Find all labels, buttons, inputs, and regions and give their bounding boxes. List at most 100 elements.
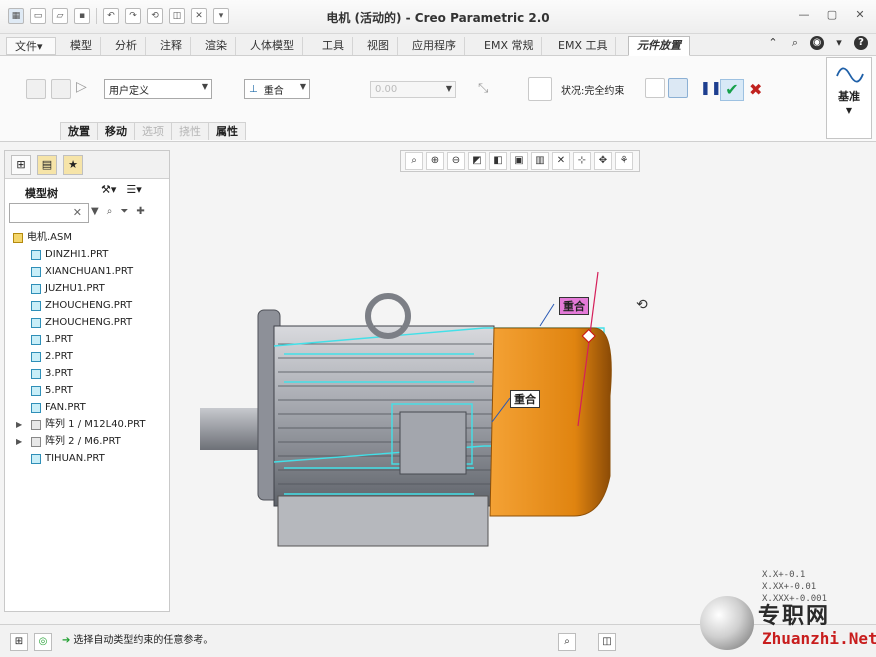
find-icon[interactable]: ⌕ [107, 206, 113, 217]
display-style-icon[interactable]: ◧ [489, 152, 507, 170]
saved-orientations-icon[interactable]: ▣ [510, 152, 528, 170]
search-icon[interactable]: ⌕ [788, 36, 802, 50]
tab-annotate[interactable]: 注释 [152, 37, 191, 55]
tab-model[interactable]: 模型 [62, 37, 101, 55]
subtab-move[interactable]: 移动 [97, 122, 135, 140]
navigator-tabs: ⊞ ▤ ★ [5, 151, 169, 179]
tree-item[interactable]: ZHOUCHENG.PRT [5, 314, 169, 331]
find-icon[interactable]: ⌕ [558, 633, 576, 651]
zoom-out-icon[interactable]: ⊖ [447, 152, 465, 170]
move-component-icon[interactable] [528, 77, 552, 101]
collapse-ribbon-icon[interactable]: ⌃ [766, 36, 780, 50]
tree-item[interactable]: DINZHI1.PRT [5, 246, 169, 263]
use-interface-icon[interactable] [26, 79, 46, 99]
zoom-in-icon[interactable]: ⊕ [426, 152, 444, 170]
constraint-set-dropdown[interactable]: 用户定义 ▼ [104, 79, 212, 99]
tab-render[interactable]: 渲染 [197, 37, 236, 55]
folder-browser-tab-icon[interactable]: ▤ [37, 155, 57, 175]
3d-constraint-icon[interactable] [51, 79, 71, 99]
flag-icon[interactable]: ▷ [76, 79, 96, 99]
tab-component-placement[interactable]: 元件放置 [628, 36, 690, 56]
selection-filter-icon[interactable]: ◫ [598, 633, 616, 651]
tree-item[interactable]: 3.PRT [5, 365, 169, 382]
help-icon[interactable]: ? [854, 36, 868, 50]
tab-view[interactable]: 视图 [359, 37, 398, 55]
favorites-tab-icon[interactable]: ★ [63, 155, 83, 175]
close-icon[interactable]: ✕ [852, 7, 868, 23]
model-tree-label: 模型树 [25, 187, 58, 200]
tab-analysis[interactable]: 分析 [107, 37, 146, 55]
tab-applications[interactable]: 应用程序 [404, 37, 465, 55]
separate-window-icon[interactable] [645, 78, 665, 98]
motor-shaft[interactable] [200, 408, 260, 450]
tree-item[interactable]: 1.PRT [5, 331, 169, 348]
spin-center-icon[interactable]: ⊹ [573, 152, 591, 170]
expand-icon[interactable]: ▶ [16, 416, 22, 433]
assembly-window-icon[interactable] [668, 78, 688, 98]
filter-icon[interactable]: ⏷ [120, 206, 128, 217]
navigator-toggle-icon[interactable]: ⊞ [10, 633, 28, 651]
tab-emx-tools[interactable]: EMX 工具 [550, 37, 617, 55]
datum-button[interactable]: 基准 ▼ [826, 57, 872, 139]
part-icon [31, 369, 41, 379]
tree-item-pattern[interactable]: ▶ 阵列 2 / M6.PRT [5, 433, 169, 450]
constraint-tag-top[interactable]: 重合 [559, 297, 589, 315]
tree-item[interactable]: FAN.PRT [5, 399, 169, 416]
subtab-properties[interactable]: 属性 [208, 122, 246, 140]
help-icons: ⌃ ⌕ ◉ ▾ ? [766, 36, 868, 50]
tree-item[interactable]: XIANCHUAN1.PRT [5, 263, 169, 280]
tab-tools[interactable]: 工具 [314, 37, 353, 55]
maximize-icon[interactable]: ▢ [824, 7, 840, 23]
view-manager-icon[interactable]: ▥ [531, 152, 549, 170]
mechanism-icon[interactable]: ⚘ [615, 152, 633, 170]
dropdown-icon[interactable]: ▼ [91, 206, 99, 217]
settings-icon[interactable]: ⚒▾ [101, 183, 116, 196]
model-tree-tab-icon[interactable]: ⊞ [11, 155, 31, 175]
tab-file[interactable]: 文件▾ [6, 37, 56, 55]
tree-item[interactable]: ZHOUCHENG.PRT [5, 297, 169, 314]
datum-display-icon[interactable]: ✕ [552, 152, 570, 170]
chevron-down-icon: ▼ [201, 82, 208, 91]
window-controls: — ▢ ✕ [796, 7, 868, 23]
tree-item-pattern[interactable]: ▶ 阵列 1 / M12L40.PRT [5, 416, 169, 433]
tree-item[interactable]: 2.PRT [5, 348, 169, 365]
terminal-box[interactable] [399, 411, 467, 475]
show-icon[interactable]: ☰▾ [126, 183, 141, 196]
minimize-icon[interactable]: — [796, 7, 812, 23]
tree-item-root[interactable]: 电机.ASM [5, 229, 169, 246]
watermark-cn: 专职网 [758, 604, 831, 629]
dropdown-icon[interactable]: ▾ [832, 36, 846, 50]
constraint-type-dropdown[interactable]: ⊥ 重合 ▼ [244, 79, 310, 99]
refit-icon[interactable]: ⌕ [405, 152, 423, 170]
confirm-icon[interactable]: ✔ [720, 79, 744, 101]
pause-icon[interactable]: ❚❚ [700, 81, 722, 96]
part-icon [31, 403, 41, 413]
tree-item[interactable]: TIHUAN.PRT [5, 450, 169, 467]
constraint-tag-middle[interactable]: 重合 [510, 390, 540, 408]
tree-item-label: 5.PRT [45, 385, 73, 396]
search-input[interactable]: ✕ [9, 203, 89, 223]
tree-item[interactable]: 5.PRT [5, 382, 169, 399]
tab-emx-general[interactable]: EMX 常规 [476, 37, 543, 55]
subtab-flexibility[interactable]: 挠性 [171, 122, 209, 140]
annotation-display-icon[interactable]: ✥ [594, 152, 612, 170]
status-message-text: 选择自动类型约束的任意参考。 [73, 635, 214, 646]
clear-search-icon[interactable]: ✕ [73, 206, 82, 219]
part-icon [31, 386, 41, 396]
subtab-options[interactable]: 选项 [134, 122, 172, 140]
cancel-icon[interactable]: ✖ [749, 80, 762, 99]
expand-icon[interactable]: ▶ [16, 433, 22, 450]
tree-item-label: 2.PRT [45, 351, 73, 362]
offset-input[interactable]: 0.00 ▼ [370, 81, 456, 98]
tree-item[interactable]: JUZHU1.PRT [5, 280, 169, 297]
tab-manikin[interactable]: 人体模型 [242, 37, 303, 55]
browser-toggle-icon[interactable]: ◎ [34, 633, 52, 651]
add-icon[interactable]: ✚ [136, 206, 144, 217]
motor-feet[interactable] [277, 495, 489, 547]
repaint-icon[interactable]: ◩ [468, 152, 486, 170]
flip-icon[interactable]: ⤡ [478, 81, 488, 96]
navigator-panel: ⊞ ▤ ★ 模型树 ⚒▾ ☰▾ ✕ ▼ ⌕ ⏷ ✚ 电机.ASM DINZHI1… [4, 150, 170, 612]
subtab-placement[interactable]: 放置 [60, 122, 98, 140]
community-icon[interactable]: ◉ [810, 36, 824, 50]
fan-cover-component[interactable] [489, 327, 612, 517]
